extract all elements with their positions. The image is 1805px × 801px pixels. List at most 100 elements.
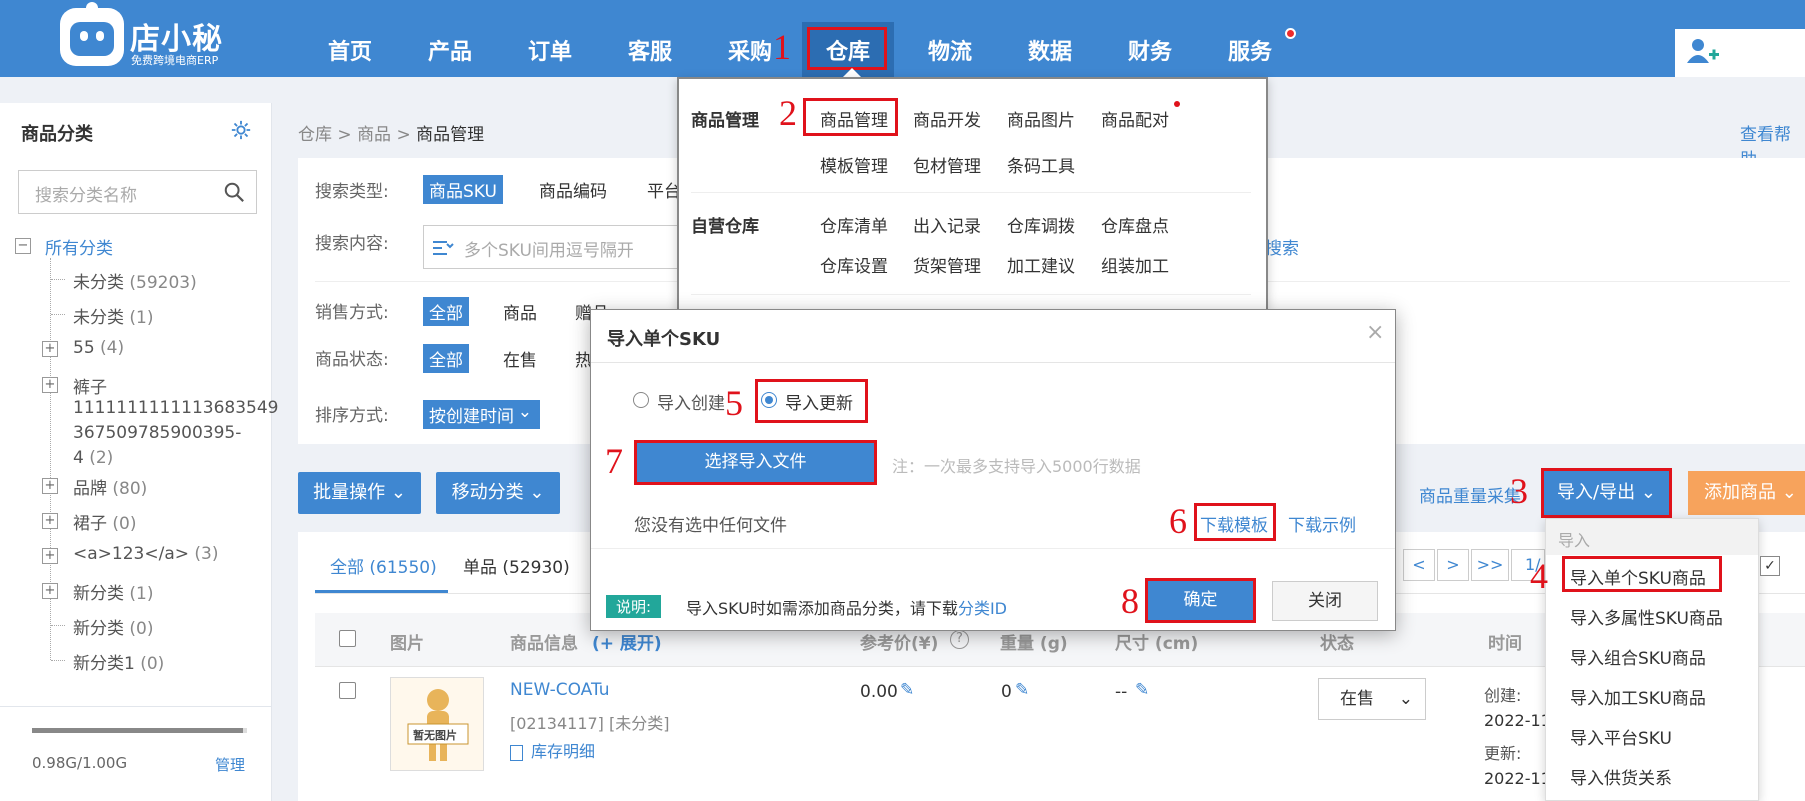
dd-inventory-count[interactable]: 仓库盘点 — [1101, 212, 1169, 237]
created-value: 2022-11 — [1484, 711, 1551, 730]
tree-root-all[interactable]: 所有分类 — [45, 234, 113, 259]
tab-all[interactable]: 全部 (61550) — [330, 553, 437, 578]
close-icon[interactable]: × — [1366, 320, 1384, 345]
dd-in-out-records[interactable]: 出入记录 — [913, 212, 981, 237]
tree-item[interactable]: 未分类 (1) — [73, 303, 154, 328]
nav-logistics[interactable]: 物流 — [928, 34, 972, 66]
download-template-link[interactable]: 下载模板 — [1200, 511, 1268, 536]
edit-price-icon[interactable]: ✎ — [900, 680, 914, 700]
pager-prev[interactable]: < — [1403, 549, 1435, 581]
tree-item[interactable]: 裙子 (0) — [73, 509, 137, 534]
dd-warehouse-settings[interactable]: 仓库设置 — [820, 252, 888, 277]
tree-item-line[interactable]: 4 (2) — [73, 448, 113, 468]
checkmark-icon[interactable]: ✓ — [1760, 556, 1780, 576]
tree-item[interactable]: <a>123</a> (3) — [73, 544, 219, 564]
confirm-button[interactable]: 确定 — [1145, 578, 1256, 623]
dd-warehouse-list[interactable]: 仓库清单 — [820, 212, 888, 237]
tree-item[interactable]: 新分类 (1) — [73, 579, 154, 604]
user-panel[interactable] — [1675, 29, 1805, 77]
nav-warehouse[interactable]: 仓库 — [826, 34, 870, 66]
category-search-input[interactable]: 搜索分类名称 — [18, 170, 257, 214]
tree-item[interactable]: 新分类 (0) — [73, 614, 154, 639]
nav-finance[interactable]: 财务 — [1128, 34, 1172, 66]
product-thumbnail[interactable]: 暂无图片 — [390, 677, 484, 771]
dd-template-manage[interactable]: 模板管理 — [820, 152, 888, 177]
category-id-link[interactable]: 分类ID — [958, 599, 1007, 618]
sort-dropdown[interactable]: 按创建时间 ⌄ — [423, 400, 540, 429]
tree-expand-icon[interactable]: + — [42, 548, 58, 564]
tree-item-line[interactable]: 1111111111113683549 — [73, 398, 279, 418]
select-file-button[interactable]: 选择导入文件 — [634, 440, 877, 485]
tree-expand-icon[interactable]: + — [42, 513, 58, 529]
import-combo-sku[interactable]: 导入组合SKU商品 — [1570, 644, 1706, 669]
nav-purchase[interactable]: 采购 — [728, 34, 772, 66]
tree-expand-icon[interactable]: + — [42, 341, 58, 357]
tree-item[interactable]: 未分类 (59203) — [73, 268, 197, 293]
sale-product[interactable]: 商品 — [503, 299, 537, 324]
dd-barcode[interactable]: 条码工具 — [1007, 152, 1075, 177]
dd-transfer[interactable]: 仓库调拨 — [1007, 212, 1075, 237]
radio-create[interactable] — [633, 392, 649, 408]
edit-size-icon[interactable]: ✎ — [1135, 680, 1149, 700]
dd-product-dev[interactable]: 商品开发 — [913, 106, 981, 131]
tree-item[interactable]: 新分类1 (0) — [73, 649, 164, 674]
search-type-code[interactable]: 商品编码 — [539, 177, 607, 202]
nav-service[interactable]: 客服 — [628, 34, 672, 66]
status-on-sale[interactable]: 在售 — [503, 346, 537, 371]
nav-data[interactable]: 数据 — [1028, 34, 1072, 66]
sale-all[interactable]: 全部 — [423, 297, 469, 326]
storage-manage-link[interactable]: 管理 — [215, 754, 245, 775]
select-all-checkbox[interactable] — [339, 630, 356, 647]
robot-logo-icon[interactable] — [60, 2, 124, 66]
row-checkbox[interactable] — [339, 682, 356, 699]
import-supply-relation[interactable]: 导入供货关系 — [1570, 764, 1672, 789]
sku-search-input[interactable]: 多个SKU间用逗号隔开 — [423, 225, 678, 269]
pager-last[interactable]: >> — [1471, 549, 1509, 581]
edit-weight-icon[interactable]: ✎ — [1015, 680, 1029, 700]
tree-expand-icon[interactable]: + — [42, 583, 58, 599]
tree-expand-icon[interactable]: + — [42, 478, 58, 494]
gear-icon[interactable] — [230, 119, 252, 141]
stock-detail-link[interactable]: 库存明细 — [510, 738, 595, 762]
nav-services[interactable]: 服务 — [1228, 34, 1272, 66]
dd-shelf-manage[interactable]: 货架管理 — [913, 252, 981, 277]
search-type-platform[interactable]: 平台 — [647, 177, 681, 202]
add-product-button[interactable]: 添加商品 ⌄ — [1688, 471, 1805, 515]
dd-product-images[interactable]: 商品图片 — [1007, 106, 1075, 131]
tree-collapse-icon[interactable]: − — [15, 238, 31, 254]
nav-home[interactable]: 首页 — [328, 34, 372, 66]
status-select[interactable]: 在售 ⌄ — [1318, 678, 1426, 720]
move-category-button[interactable]: 移动分类 ⌄ — [436, 472, 560, 514]
dd-packaging[interactable]: 包材管理 — [913, 152, 981, 177]
radio-update[interactable] — [761, 392, 777, 408]
search-type-sku[interactable]: 商品SKU — [423, 175, 503, 204]
nav-products[interactable]: 产品 — [428, 34, 472, 66]
search-icon[interactable] — [223, 181, 245, 203]
tab-single[interactable]: 单品 (52930) — [463, 553, 570, 578]
pager-next[interactable]: > — [1437, 549, 1469, 581]
expand-link[interactable]: (+ 展开) — [592, 629, 662, 654]
tree-item-line[interactable]: 367509785900395- — [73, 423, 241, 443]
nav-orders[interactable]: 订单 — [528, 34, 572, 66]
help-circle-icon[interactable]: ? — [950, 630, 969, 649]
tree-item[interactable]: 55 (4) — [73, 338, 124, 358]
weight-collect-link[interactable]: 商品重量采集 — [1419, 482, 1521, 507]
import-processing-sku[interactable]: 导入加工SKU商品 — [1570, 684, 1706, 709]
tree-expand-icon[interactable]: + — [42, 377, 58, 393]
tree-item[interactable]: 裤子 — [73, 373, 107, 398]
import-single-sku[interactable]: 导入单个SKU商品 — [1570, 564, 1706, 589]
import-platform-sku[interactable]: 导入平台SKU — [1570, 724, 1672, 749]
close-button[interactable]: 关闭 — [1272, 581, 1378, 621]
dd-product-manage[interactable]: 商品管理 — [820, 106, 888, 131]
download-example-link[interactable]: 下载示例 — [1288, 511, 1356, 536]
status-all[interactable]: 全部 — [423, 344, 469, 373]
tree-item[interactable]: 品牌 (80) — [73, 474, 147, 499]
dd-assembly[interactable]: 组装加工 — [1101, 252, 1169, 277]
product-name-link[interactable]: NEW-COATu — [510, 680, 610, 700]
import-export-button[interactable]: 导入/导出 ⌄ — [1541, 468, 1672, 518]
dd-product-pairing[interactable]: 商品配对 — [1101, 106, 1169, 131]
search-link[interactable]: 搜索 — [1265, 234, 1299, 259]
import-multi-attr-sku[interactable]: 导入多属性SKU商品 — [1570, 604, 1723, 629]
bulk-actions-button[interactable]: 批量操作 ⌄ — [298, 472, 421, 514]
dd-processing-suggest[interactable]: 加工建议 — [1007, 252, 1075, 277]
